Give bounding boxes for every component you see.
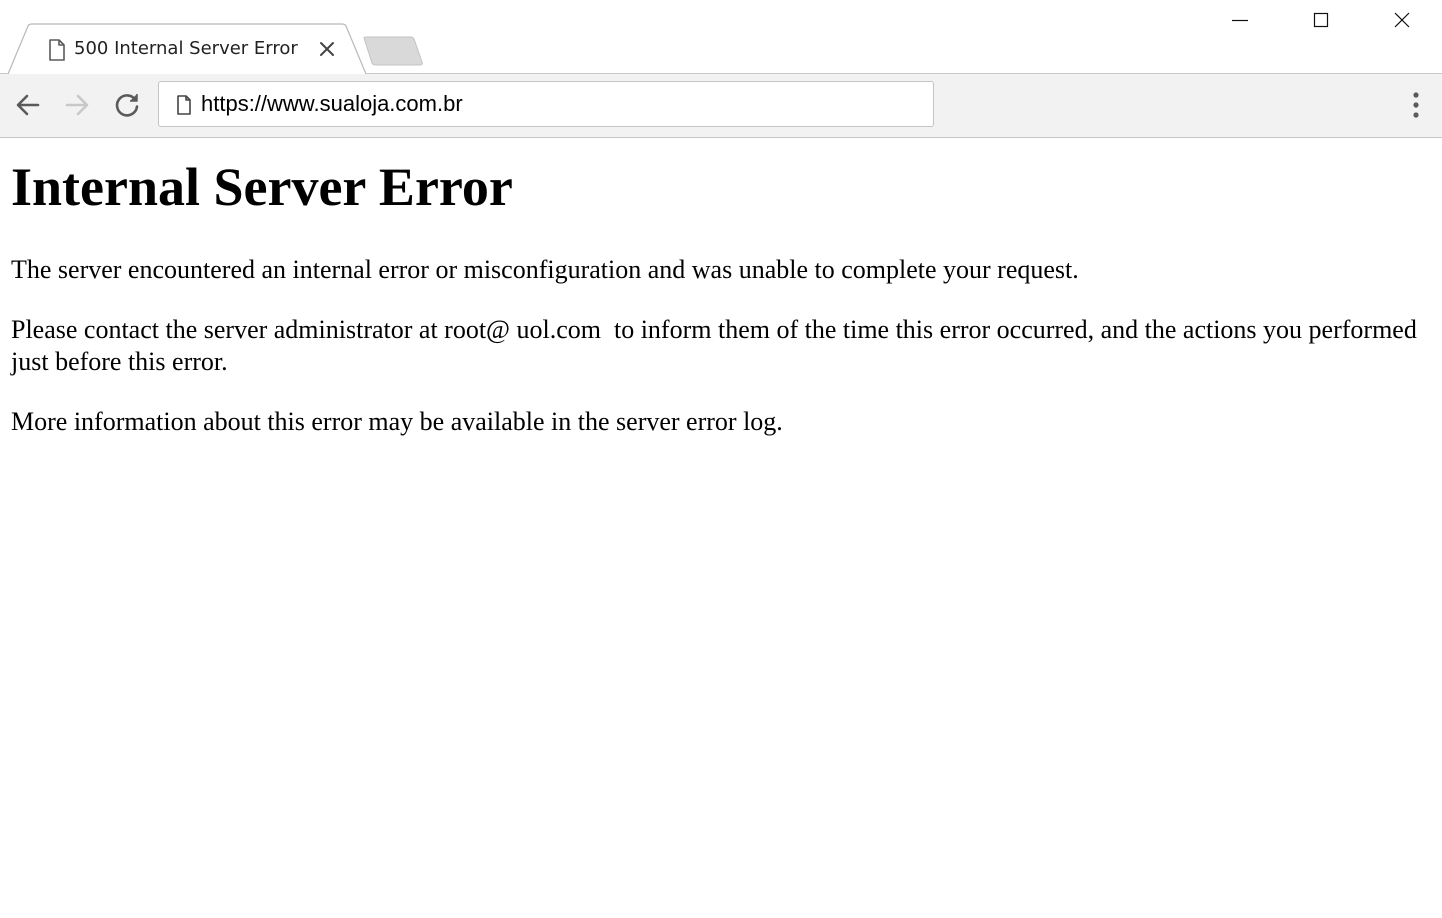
browser-toolbar: [0, 74, 1442, 138]
back-button[interactable]: [11, 88, 45, 122]
tab-title: 500 Internal Server Error: [74, 38, 298, 59]
window-controls: [1199, 0, 1442, 40]
document-icon: [49, 39, 65, 61]
close-icon: [1394, 12, 1409, 28]
forward-arrow-icon: [65, 94, 89, 116]
kebab-menu-icon: [1413, 92, 1419, 118]
forward-button[interactable]: [60, 88, 94, 122]
address-bar[interactable]: [158, 81, 934, 127]
document-icon: [177, 95, 191, 115]
reload-button[interactable]: [110, 88, 144, 122]
browser-menu-button[interactable]: [1399, 88, 1433, 122]
url-input[interactable]: [201, 90, 901, 118]
window-close-button[interactable]: [1361, 0, 1442, 40]
tab-strip: 500 Internal Server Error: [0, 0, 1442, 74]
minimize-icon: [1231, 19, 1248, 22]
error-log-text: More information about this error may be…: [11, 407, 783, 436]
minimize-button[interactable]: [1199, 0, 1280, 40]
tab-active[interactable]: 500 Internal Server Error: [8, 23, 366, 74]
page-title: Internal Server Error: [11, 157, 513, 217]
browser-window: 500 Internal Server Error https://www.su…: [0, 0, 1442, 918]
contact-admin-text: Please contact the server administrator …: [11, 315, 1424, 376]
reload-icon: [115, 94, 139, 117]
error-description: The server encountered an internal error…: [11, 255, 1079, 284]
new-tab-button[interactable]: [362, 36, 424, 66]
back-arrow-icon: [16, 94, 40, 116]
page-content: Internal Server Error The server encount…: [0, 138, 1442, 918]
close-icon[interactable]: [316, 38, 338, 60]
maximize-icon: [1313, 12, 1328, 28]
maximize-button[interactable]: [1280, 0, 1361, 40]
